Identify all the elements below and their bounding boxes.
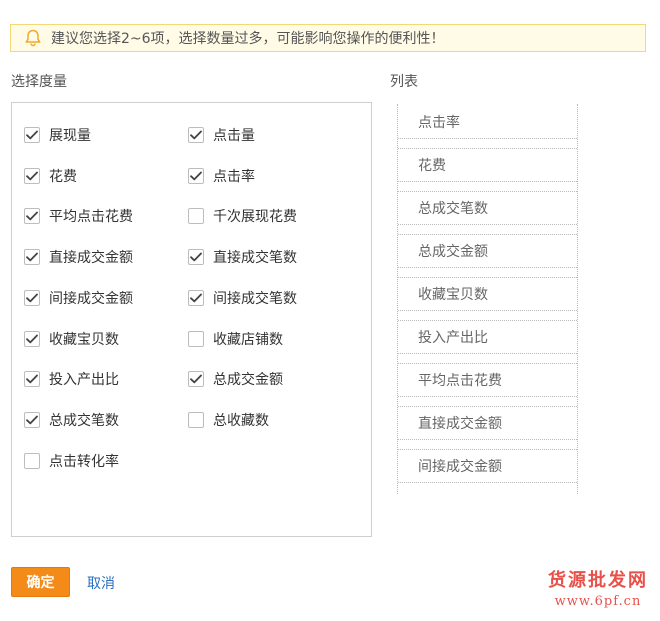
metric-label: 直接成交金额: [49, 250, 133, 267]
metric-label: 收藏宝贝数: [49, 331, 119, 348]
metric-option[interactable]: 点击率: [188, 166, 255, 186]
watermark-line2: www.6pf.cn: [554, 594, 642, 609]
watermark-line1: 货源批发网: [548, 570, 648, 591]
checkbox[interactable]: [188, 371, 204, 388]
notice-banner: 建议您选择2~6项，选择数量过多，可能影响您操作的便利性！: [10, 24, 646, 52]
metric-option[interactable]: 投入产出比: [24, 369, 119, 389]
metric-option[interactable]: 收藏店铺数: [188, 329, 283, 349]
checkbox[interactable]: [24, 411, 40, 428]
cancel-link[interactable]: 取消: [87, 573, 115, 593]
list-item[interactable]: 平均点击花费: [398, 363, 577, 397]
list-item[interactable]: 收藏宝贝数: [398, 277, 577, 311]
bell-icon: [23, 28, 43, 48]
metric-option[interactable]: 收藏宝贝数: [24, 329, 119, 349]
metric-label: 直接成交笔数: [213, 250, 297, 267]
checkbox[interactable]: [188, 330, 204, 347]
list-section-title: 列表: [390, 74, 418, 90]
metric-option[interactable]: 平均点击花费: [24, 206, 133, 226]
checkbox[interactable]: [188, 167, 204, 184]
checkbox[interactable]: [24, 127, 40, 143]
metric-label: 平均点击花费: [49, 209, 133, 226]
metric-option[interactable]: 直接成交金额: [24, 247, 133, 267]
metric-option[interactable]: 花费: [24, 166, 77, 186]
list-item[interactable]: 总成交笔数: [398, 191, 577, 225]
metric-option[interactable]: 点击转化率: [24, 451, 119, 471]
checkbox[interactable]: [24, 330, 40, 347]
metric-label: 间接成交金额: [49, 290, 133, 307]
metric-label: 总成交金额: [213, 372, 283, 389]
checkbox[interactable]: [24, 167, 40, 184]
metric-label: 总成交笔数: [49, 412, 119, 429]
checkbox[interactable]: [24, 249, 40, 266]
metric-label: 间接成交笔数: [213, 290, 297, 307]
metric-label: 花费: [49, 168, 77, 185]
checkbox[interactable]: [188, 289, 204, 306]
checkbox[interactable]: [24, 371, 40, 388]
metric-label: 点击率: [213, 168, 255, 185]
watermark: 货源批发网 www.6pf.cn: [540, 566, 656, 609]
metric-option[interactable]: 总成交笔数: [24, 410, 119, 430]
metric-label: 千次展现花费: [213, 209, 297, 226]
metric-option[interactable]: 千次展现花费: [188, 206, 297, 226]
metric-option[interactable]: 总收藏数: [188, 410, 269, 430]
notice-text: 建议您选择2~6项，选择数量过多，可能影响您操作的便利性！: [51, 31, 445, 47]
checkbox[interactable]: [188, 249, 204, 266]
selected-metrics-list: 点击率花费总成交笔数总成交金额收藏宝贝数投入产出比平均点击花费 直接成交金额 间接成…: [397, 104, 578, 494]
checkbox[interactable]: [188, 208, 204, 225]
metric-label: 展现量: [49, 128, 91, 144]
metric-option[interactable]: 展现量: [24, 125, 91, 145]
metric-label: 点击量: [213, 128, 255, 144]
list-item[interactable]: 总成交金额: [398, 234, 577, 268]
list-item[interactable]: 直接成交金额: [398, 406, 577, 440]
metric-option[interactable]: 直接成交笔数: [188, 247, 297, 267]
checkbox[interactable]: [24, 289, 40, 306]
checkbox[interactable]: [188, 127, 204, 143]
metric-label: 点击转化率: [49, 453, 119, 470]
confirm-button[interactable]: 确定: [11, 567, 70, 597]
metric-option[interactable]: 间接成交笔数: [188, 288, 297, 308]
metric-label: 总收藏数: [213, 412, 269, 429]
metrics-panel: 展现量 点击量花费 点击率平均点击花费 千次展现花费直接成交金额 直接成交笔数间接成交金…: [11, 102, 372, 537]
metric-option[interactable]: 点击量: [188, 125, 255, 145]
list-item[interactable]: 点击率: [398, 105, 577, 139]
metrics-section-title: 选择度量: [11, 74, 67, 90]
list-item[interactable]: 花费: [398, 148, 577, 182]
metric-option[interactable]: 总成交金额: [188, 369, 283, 389]
list-item[interactable]: 间接成交金额: [398, 449, 577, 483]
metric-label: 投入产出比: [49, 372, 119, 389]
metric-option[interactable]: 间接成交金额: [24, 288, 133, 308]
checkbox[interactable]: [24, 208, 40, 225]
list-item[interactable]: 投入产出比: [398, 320, 577, 354]
checkbox[interactable]: [188, 411, 204, 428]
checkbox[interactable]: [24, 452, 40, 469]
metric-label: 收藏店铺数: [213, 331, 283, 348]
